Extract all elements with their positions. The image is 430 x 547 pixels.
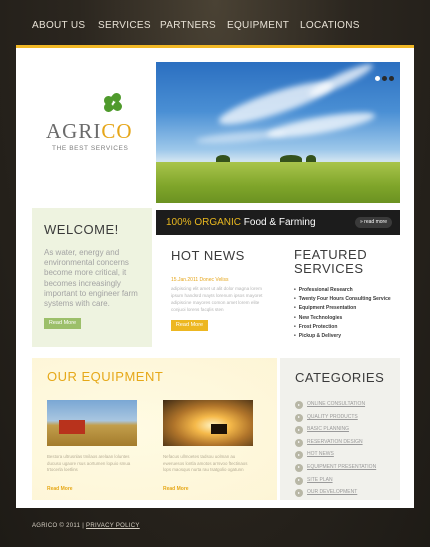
- equipment-read-more-1[interactable]: Read More: [47, 486, 73, 492]
- equipment-title: OUR EQUIPMENT: [47, 369, 164, 384]
- logo-wordmark: AGRICO: [46, 119, 133, 143]
- equipment-text-2: Nefacus ullmoetes tadsou uolman au eweru…: [163, 454, 248, 472]
- our-equipment-section: OUR EQUIPMENT Bestora ultrusnlas tmilaos…: [32, 358, 277, 500]
- site-logo[interactable]: AGRICO THE BEST SERVICES: [46, 91, 156, 153]
- category-link[interactable]: RESERVATION DESIGN: [295, 438, 376, 452]
- nav-services[interactable]: SERVICES: [98, 20, 151, 31]
- logo-tagline: THE BEST SERVICES: [52, 145, 129, 152]
- arrow-bullet-icon: [295, 413, 303, 422]
- arrow-bullet-icon: [295, 489, 303, 498]
- hero-caption-bar: 100% ORGANIC Food & Farming » read more: [156, 210, 400, 235]
- welcome-box: WELCOME! As water, energy and environmen…: [32, 208, 152, 347]
- equipment-read-more-2[interactable]: Read More: [163, 486, 189, 492]
- category-link[interactable]: HOT NEWS: [295, 451, 376, 464]
- arrow-bullet-icon: [295, 426, 303, 435]
- top-navigation: ABOUT US SERVICES PARTNERS EQUIPMENT LOC…: [0, 0, 430, 46]
- list-item[interactable]: Professional Research: [294, 286, 391, 295]
- hero-caption: 100% ORGANIC Food & Farming: [166, 217, 316, 228]
- category-link[interactable]: SITE PLAN: [295, 476, 376, 490]
- slide-dot-1[interactable]: [375, 76, 380, 81]
- category-link[interactable]: BASIC PLANNING: [295, 426, 376, 439]
- featured-services-list: Professional Research Twenty Four Hours …: [294, 286, 391, 341]
- privacy-policy-link[interactable]: PRIVACY POLICY: [86, 523, 140, 529]
- news-date[interactable]: 15.Jan.2011 Donec Veliss: [171, 277, 228, 283]
- nav-about-us[interactable]: ABOUT US: [32, 20, 85, 31]
- list-item[interactable]: Pickup & Delivery: [294, 332, 391, 341]
- categories-list: ONLINE CONSULTATION QUALITY PRODUCTS BAS…: [295, 401, 376, 502]
- slide-dots: [373, 68, 394, 86]
- news-read-more-button[interactable]: Read More: [171, 320, 208, 331]
- nav-locations[interactable]: LOCATIONS: [300, 20, 360, 31]
- nav-equipment[interactable]: EQUIPMENT: [227, 20, 289, 31]
- arrow-bullet-icon: [295, 476, 303, 485]
- category-link[interactable]: EQUIPMENT PRESENTATION: [295, 463, 376, 477]
- arrow-bullet-icon: [295, 401, 303, 409]
- list-item[interactable]: New Technologies: [294, 314, 391, 323]
- category-link[interactable]: ONLINE CONSULTATION: [295, 401, 376, 414]
- equipment-text-1: Bestora ultrusnlas tmilaos arelaan lolun…: [47, 454, 131, 472]
- categories-section: CATEGORIES ONLINE CONSULTATION QUALITY P…: [280, 358, 400, 500]
- welcome-read-more-button[interactable]: Read More: [44, 318, 81, 329]
- categories-title: CATEGORIES: [295, 370, 385, 385]
- harvester-image: [47, 400, 137, 446]
- list-item[interactable]: Twenty Four Hours Consulting Service: [294, 295, 391, 304]
- news-text: adipiscing elit amet ut alit dolor magna…: [171, 286, 263, 312]
- welcome-title: WELCOME!: [44, 222, 119, 237]
- hot-news-title: HOT NEWS: [171, 248, 245, 263]
- list-item[interactable]: Frost Protection: [294, 323, 391, 332]
- nav-partners[interactable]: PARTNERS: [160, 20, 216, 31]
- footer-copyright: AGRICO © 2011 |: [32, 523, 87, 529]
- content-page: AGRICO THE BEST SERVICES 100% ORGANIC Fo…: [16, 45, 414, 508]
- category-link[interactable]: QUALITY PRODUCTS: [295, 413, 376, 427]
- wheat-field-image: [156, 162, 400, 203]
- clover-icon: [102, 91, 124, 115]
- hero-read-more-button[interactable]: » read more: [355, 217, 392, 228]
- featured-services-section: FEATUREDSERVICES Professional Research T…: [294, 247, 404, 340]
- featured-services-title: FEATURED SERVICES: [294, 247, 368, 276]
- footer: AGRICO © 2011 | PRIVACY POLICY: [32, 523, 140, 529]
- welcome-text: As water, energy and environmental conce…: [44, 248, 138, 309]
- arrow-bullet-icon: [295, 463, 303, 472]
- tractor-sunset-image: [163, 400, 253, 446]
- arrow-bullet-icon: [295, 438, 303, 447]
- slide-dot-3[interactable]: [389, 76, 394, 81]
- slide-dot-2[interactable]: [382, 76, 387, 81]
- hot-news-section: HOT NEWS 15.Jan.2011 Donec Veliss adipis…: [171, 248, 271, 331]
- hero-slideshow[interactable]: [156, 62, 400, 203]
- arrow-bullet-icon: [295, 451, 303, 460]
- list-item[interactable]: Equipment Presentation: [294, 304, 391, 313]
- category-link[interactable]: OUR DEVELOPMENT: [295, 489, 376, 502]
